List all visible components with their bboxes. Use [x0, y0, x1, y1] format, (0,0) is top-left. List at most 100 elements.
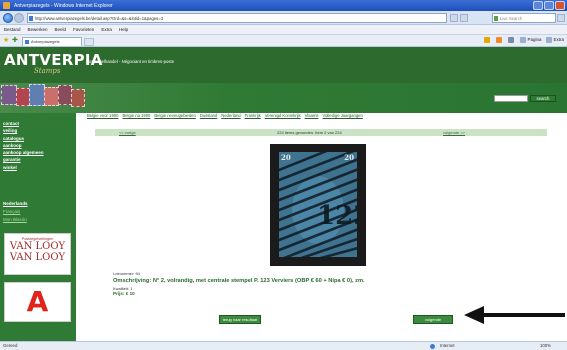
stop-icon[interactable]: [460, 14, 468, 22]
vanlooy-ad-banner[interactable]: Postzegelveilingen VAN LOOY VAN LOOY: [4, 233, 71, 275]
annotation-arrow-icon: [464, 306, 565, 324]
nav-vlaams[interactable]: Vlaams: [305, 113, 319, 121]
lot-description: Omschrijving: N° 2, volrandig, met centr…: [113, 278, 365, 284]
live-search-placeholder: Live Search: [500, 16, 523, 21]
sidebar-item-contact[interactable]: contact: [3, 120, 44, 127]
nav-duitsland[interactable]: Duitsland: [200, 113, 217, 121]
nav-nederland[interactable]: Nederland: [221, 113, 240, 121]
nav-volledige-jaargangen[interactable]: Volledige Jaargangen: [323, 113, 363, 121]
favorites-star-icon[interactable]: ★: [3, 37, 9, 45]
site-header: ANTVERPIA Stamps Postzegelhandel - Négoc…: [0, 47, 567, 83]
live-search-icon: [494, 16, 498, 21]
feeds-icon[interactable]: [496, 37, 503, 43]
menu-favorieten[interactable]: Favorieten: [73, 27, 94, 32]
sidebar-languages: Nederlands Français Mon Blasón: [3, 200, 28, 224]
sidebar: contact veiling catalogus aankoop aankoo…: [0, 113, 76, 350]
window-controls: [533, 1, 565, 10]
command-pagina[interactable]: Pagina: [520, 37, 541, 43]
browser-tab[interactable]: Antverpiazegels: [22, 37, 82, 46]
page-icon: [29, 16, 33, 21]
pager-bar: << vorige 224 items gevonden. Item 2 van…: [95, 129, 547, 136]
lang-nederlands[interactable]: Nederlands: [3, 200, 28, 208]
live-search-input[interactable]: Live Search: [492, 13, 556, 23]
new-tab-button[interactable]: [84, 38, 94, 46]
site-logo-sub: Stamps: [34, 67, 61, 75]
menu-bar: Bestand Bewerken Beeld Favorieten Extra …: [0, 25, 567, 35]
zoom-level[interactable]: 100%: [540, 342, 551, 350]
vanlooy-ad-line1: VAN LOOY: [9, 241, 66, 252]
nav-belgie-voor-1900[interactable]: Belgie voor 1900: [87, 113, 118, 121]
collage-stamp: [16, 88, 30, 106]
search-go-icon[interactable]: [557, 14, 565, 22]
security-zone: Internet: [430, 342, 455, 350]
refresh-icon[interactable]: [450, 14, 458, 22]
window-title: Antverpiazegels - Windows Internet Explo…: [14, 2, 113, 9]
add-favorite-icon[interactable]: ✚: [12, 37, 18, 45]
collage-stamp: [1, 85, 17, 105]
url-text: http://www.antverpiazegels.be/detail.asp…: [35, 16, 164, 21]
back-to-results-button[interactable]: terug naar resultaat: [219, 315, 261, 324]
tab-page-icon: [25, 40, 29, 44]
nav-belgie-neveugebieden[interactable]: Belgie neveugebieden: [154, 113, 195, 121]
zone-label: Internet: [440, 343, 455, 348]
pager-count: 224 items gevonden. Item 2 van 224: [277, 130, 342, 135]
sidebar-item-winkel[interactable]: winkel: [3, 164, 44, 171]
site-banner: search: [0, 83, 567, 113]
a-logo-ad-banner[interactable]: A: [4, 282, 71, 322]
window-titlebar: Antverpiazegels - Windows Internet Explo…: [0, 0, 567, 11]
stamp-cancel-graphic: 123: [279, 152, 357, 257]
lot-number: Lotnummer: 94: [113, 271, 140, 276]
site-tagline: Postzegelhandel - Négociant en timbres-p…: [86, 59, 175, 64]
minimize-button[interactable]: [533, 1, 543, 10]
nav-frankrijk[interactable]: Frankrijk: [245, 113, 261, 121]
page-menu-icon: [520, 37, 527, 43]
sidebar-item-aankoop[interactable]: aankoop: [3, 142, 44, 149]
address-bar: http://www.antverpiazegels.be/detail.asp…: [0, 11, 567, 25]
menu-help[interactable]: Help: [119, 27, 128, 32]
site-search-button[interactable]: search: [530, 95, 556, 102]
command-bar: Pagina Extra: [484, 37, 564, 43]
stamp-picture: 123 20 20: [279, 152, 357, 257]
tab-label: Antverpiazegels: [31, 39, 60, 44]
a-logo-letter: A: [26, 285, 49, 318]
sidebar-item-garantie[interactable]: garantie: [3, 156, 44, 163]
menu-bewerken[interactable]: Bewerken: [28, 27, 48, 32]
nav-belgie-na-1900[interactable]: Belgie na 1900: [122, 113, 150, 121]
status-bar: Gereed Internet 100%: [0, 341, 567, 350]
svg-text:123: 123: [317, 201, 357, 231]
back-button[interactable]: [3, 13, 13, 23]
ie-app-icon: [3, 2, 10, 9]
maximize-button[interactable]: [544, 1, 554, 10]
close-button[interactable]: [555, 1, 565, 10]
stamps-collage-image: [0, 83, 86, 113]
pager-next-link[interactable]: volgende >>: [443, 129, 465, 136]
pager-previous-link[interactable]: << vorige: [119, 129, 136, 136]
next-lot-button[interactable]: volgende: [413, 315, 453, 324]
globe-icon: [430, 343, 435, 349]
favorites-bar: ★ ✚ Antverpiazegels Pagina Extra: [0, 35, 567, 47]
forward-button[interactable]: [14, 13, 24, 23]
command-extra[interactable]: Extra: [546, 37, 564, 43]
url-input[interactable]: http://www.antverpiazegels.be/detail.asp…: [27, 13, 447, 23]
menu-bestand[interactable]: Bestand: [4, 27, 21, 32]
sidebar-item-veiling[interactable]: veiling: [3, 127, 44, 134]
address-buttons: [450, 14, 468, 22]
sidebar-item-aankoop-algemeen[interactable]: aankoop algemeen: [3, 149, 44, 156]
lang-mon-blason[interactable]: Mon Blasón: [3, 216, 28, 224]
lot-price: Prijs: € 10: [113, 291, 135, 296]
stamp-corner-digit: 20: [344, 153, 354, 162]
command-pagina-label: Pagina: [527, 37, 542, 43]
menu-beeld[interactable]: Beeld: [55, 27, 67, 32]
vanlooy-ad-line2: VAN LOOY: [9, 252, 66, 263]
menu-extra[interactable]: Extra: [101, 27, 112, 32]
home-icon[interactable]: [484, 37, 491, 43]
sidebar-item-catalogus[interactable]: catalogus: [3, 135, 44, 142]
lang-francais[interactable]: Français: [3, 208, 28, 216]
stamp-image[interactable]: 123 20 20: [270, 144, 366, 266]
nav-verenigd-koninkrijk[interactable]: Verenigd Koninkrijk: [265, 113, 301, 121]
print-icon[interactable]: [508, 37, 515, 43]
stamp-corner-digit: 20: [281, 153, 291, 162]
command-extra-label: Extra: [553, 37, 564, 43]
tools-menu-icon: [546, 37, 553, 43]
site-search-input[interactable]: [494, 95, 528, 102]
